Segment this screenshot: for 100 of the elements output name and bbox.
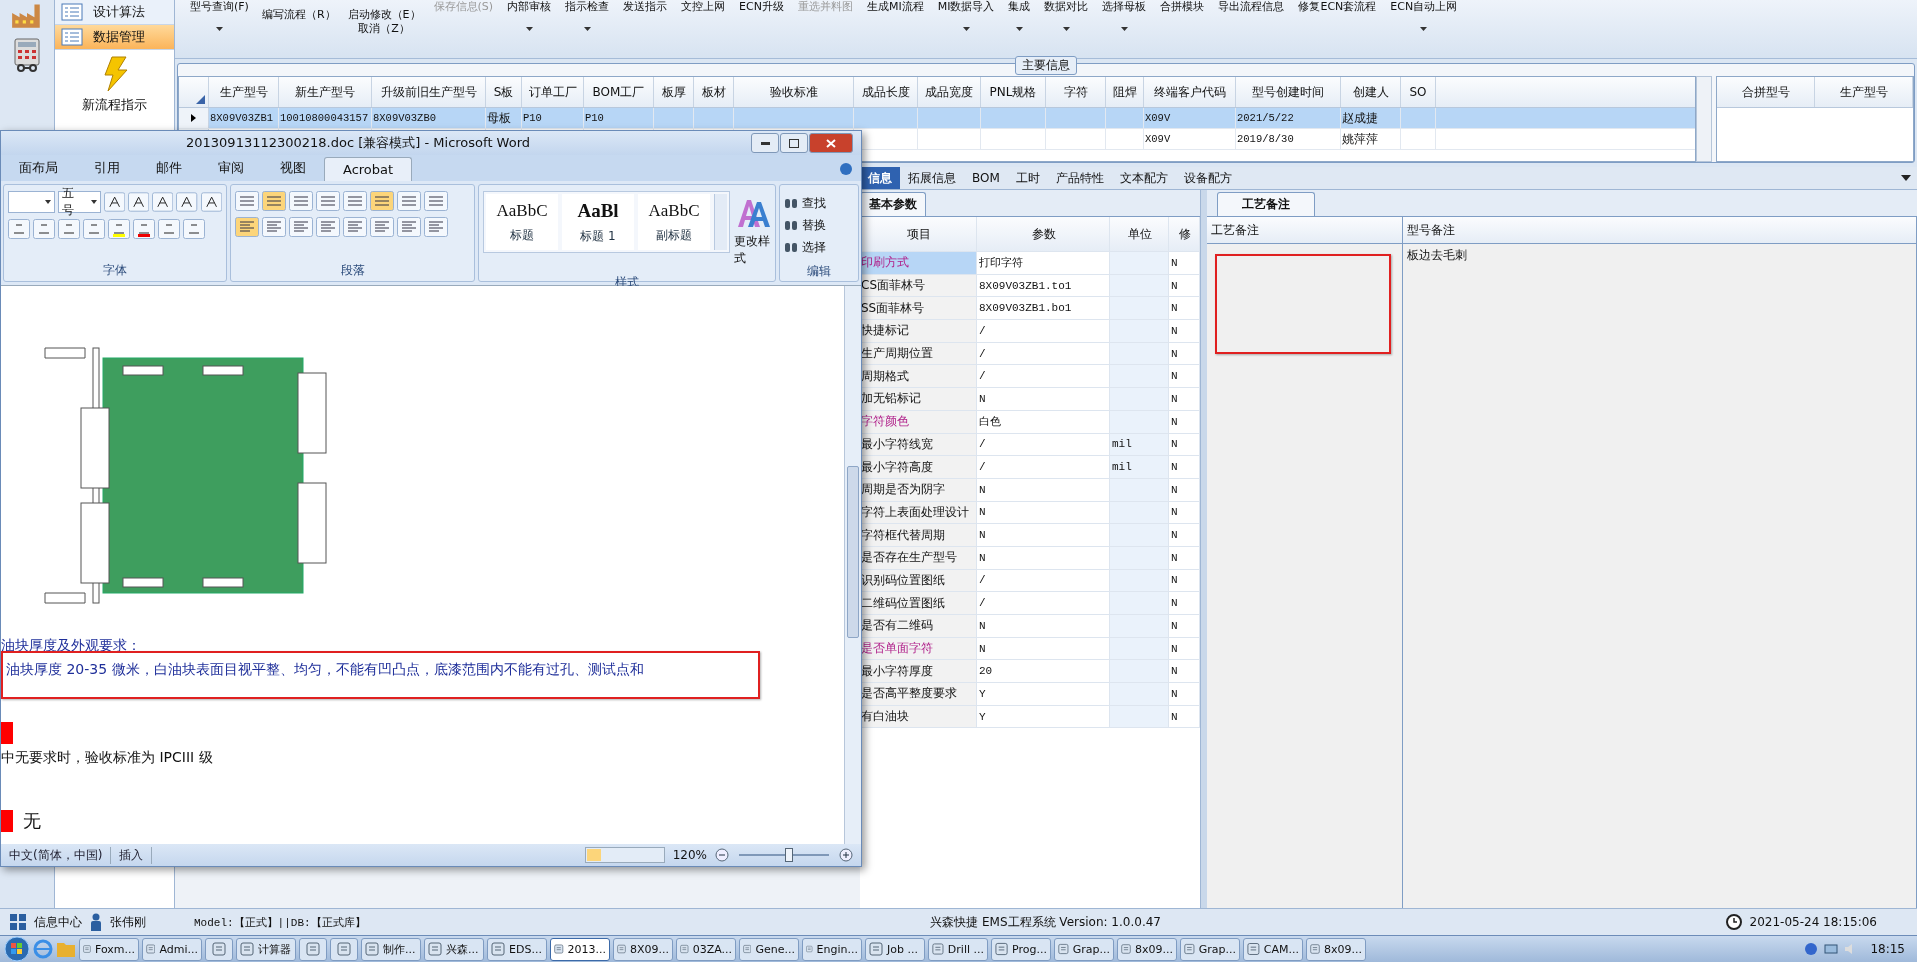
tab[interactable]: 工时 — [1007, 167, 1048, 189]
edit-button[interactable]: 选择 — [784, 239, 854, 256]
zoom-level[interactable]: 120% — [672, 848, 707, 862]
column-header[interactable]: 型号创建时间 — [1236, 77, 1341, 107]
taskbar-button[interactable]: Admi... — [142, 937, 202, 961]
distributed-icon[interactable] — [343, 217, 367, 237]
justify-icon[interactable] — [316, 217, 340, 237]
column-header[interactable]: 新生产型号 — [279, 77, 372, 107]
taskbar-button[interactable]: Foxm... — [79, 937, 139, 961]
taskbar-button[interactable]: 2013... — [550, 937, 610, 961]
taskbar-button[interactable]: Engin... — [802, 937, 862, 961]
network-icon[interactable] — [1824, 942, 1839, 956]
edit-button[interactable]: 替换 — [784, 217, 854, 234]
taskbar-button[interactable]: 计算器 — [236, 937, 296, 961]
ribbon-tab[interactable]: 邮件 — [138, 155, 200, 181]
taskbar-button[interactable]: Job ... — [865, 937, 925, 961]
ribbon-tab[interactable]: Acrobat — [324, 157, 413, 181]
column-header[interactable]: S板 — [486, 77, 522, 107]
highlight-icon[interactable] — [108, 219, 130, 239]
taskbar-button[interactable] — [330, 937, 358, 961]
tab[interactable]: 工艺备注 — [1217, 192, 1315, 216]
taskbar-button[interactable]: 制作... — [361, 937, 421, 961]
column-header[interactable]: SO — [1401, 77, 1436, 107]
zoom-out-icon[interactable] — [715, 848, 729, 862]
tab[interactable]: 基本参数 — [860, 192, 926, 216]
borders-icon[interactable] — [424, 217, 448, 237]
nav-item[interactable]: 新流程指示 — [55, 50, 174, 120]
multilevel-list-icon[interactable] — [289, 191, 313, 211]
toolbar-button[interactable]: 合拼模块 — [1153, 0, 1212, 58]
bullets-icon[interactable] — [235, 191, 259, 211]
line-spacing-icon[interactable] — [370, 217, 394, 237]
column-header[interactable]: 单位 — [1110, 217, 1169, 251]
column-header[interactable]: 板材 — [694, 77, 734, 107]
calculator-icon[interactable] — [11, 38, 43, 72]
taskbar-button[interactable]: CAM... — [1243, 937, 1303, 961]
tab[interactable]: 信息 — [860, 167, 900, 189]
column-header[interactable]: 参数 — [977, 217, 1110, 251]
taskbar-button[interactable]: EDS... — [487, 937, 547, 961]
toolbar-button[interactable]: 取消（Z） — [358, 22, 410, 36]
column-header[interactable]: 成品长度 — [854, 77, 918, 107]
tab[interactable]: 产品特性 — [1047, 167, 1112, 189]
taskbar-button[interactable]: 兴森... — [424, 937, 484, 961]
start-button[interactable] — [4, 936, 30, 962]
numbering-icon[interactable] — [262, 191, 286, 211]
toolbar-button[interactable]: 编写流程（R） — [261, 8, 336, 22]
ribbon-tab[interactable]: 引用 — [76, 155, 138, 181]
table-row[interactable]: 8X09V03ZB1 10010800043157 8X09V03ZB0 母板 P10 P10 X09V 2021/5/22 赵成捷 — [179, 108, 1695, 129]
column-header[interactable]: 板厚 — [654, 77, 694, 107]
clock-text[interactable]: 18:15 — [1870, 942, 1905, 956]
column-header[interactable]: 生产型号 — [1815, 77, 1913, 107]
center-icon[interactable] — [262, 217, 286, 237]
style-preset[interactable]: AaBl 标题 1 — [562, 194, 634, 250]
scrollbar[interactable] — [714, 194, 727, 250]
taskbar-button[interactable] — [299, 937, 327, 961]
toolbar-button[interactable]: 集成 — [1001, 0, 1038, 58]
maximize-button[interactable] — [780, 133, 808, 153]
column-header[interactable]: 合拼型号 — [1717, 77, 1815, 107]
toolbar-button[interactable]: ECN升级 — [732, 0, 791, 58]
scrollbar[interactable] — [844, 286, 861, 844]
column-header[interactable]: 成品宽度 — [918, 77, 981, 107]
toolbar-button[interactable]: ECN自动上网 — [1383, 0, 1465, 58]
minimize-button[interactable] — [751, 133, 779, 153]
column-header[interactable]: PNL规格 — [981, 77, 1046, 107]
toolbar-button[interactable]: 选择母板 — [1095, 0, 1154, 58]
taskbar-button[interactable]: 8x09... — [1306, 937, 1366, 961]
style-preset[interactable]: AaBbC 标题 — [486, 194, 558, 250]
ribbon-tab[interactable]: 视图 — [262, 155, 324, 181]
help-icon[interactable] — [1804, 942, 1819, 956]
font-name-field[interactable] — [8, 191, 55, 213]
column-header[interactable]: 生产型号 — [209, 77, 279, 107]
toolbar-button[interactable]: MI数据导入 — [930, 0, 1002, 58]
toolbar-button[interactable]: 生成MI流程 — [859, 0, 931, 58]
status-text[interactable]: 信息中心 — [34, 913, 82, 931]
tab[interactable]: 拓展信息 — [900, 167, 964, 189]
column-header[interactable]: 工艺备注 — [1207, 217, 1402, 244]
column-header[interactable]: 升级前旧生产型号 — [372, 77, 486, 107]
toolbar-button[interactable]: 指示检查 — [558, 0, 617, 58]
scrollbar[interactable] — [1696, 76, 1712, 162]
taskbar-button[interactable]: Grap... — [1180, 937, 1240, 961]
ribbon-tab[interactable]: 面布局 — [1, 155, 76, 181]
taskbar-button[interactable]: Gene... — [739, 937, 799, 961]
edit-button[interactable]: 查找 — [784, 195, 854, 212]
taskbar-button[interactable]: 03ZA... — [676, 937, 736, 961]
help-icon[interactable] — [839, 162, 853, 176]
change-styles-button[interactable]: 更改样式 — [734, 191, 771, 267]
font-color-icon[interactable] — [133, 219, 155, 239]
column-header[interactable]: 修 — [1169, 217, 1200, 251]
column-header[interactable]: BOM工厂 — [584, 77, 654, 107]
toolbar-button[interactable]: 型号查询(F) — [183, 0, 256, 58]
column-header[interactable]: 订单工厂 — [522, 77, 584, 107]
close-button[interactable] — [809, 133, 853, 153]
taskbar-button[interactable]: Prog... — [991, 937, 1051, 961]
align-left-icon[interactable] — [235, 217, 259, 237]
column-header[interactable]: 验收标准 — [734, 77, 854, 107]
toolbar-button[interactable]: 内部审核 — [500, 0, 559, 58]
taskbar-button[interactable] — [205, 937, 233, 961]
status-text[interactable]: 中文(简体，中国) — [9, 846, 112, 864]
taskbar-button[interactable]: 8X09... — [613, 937, 673, 961]
ribbon-tab[interactable]: 审阅 — [200, 155, 262, 181]
tab[interactable]: 设备配方 — [1175, 167, 1240, 189]
